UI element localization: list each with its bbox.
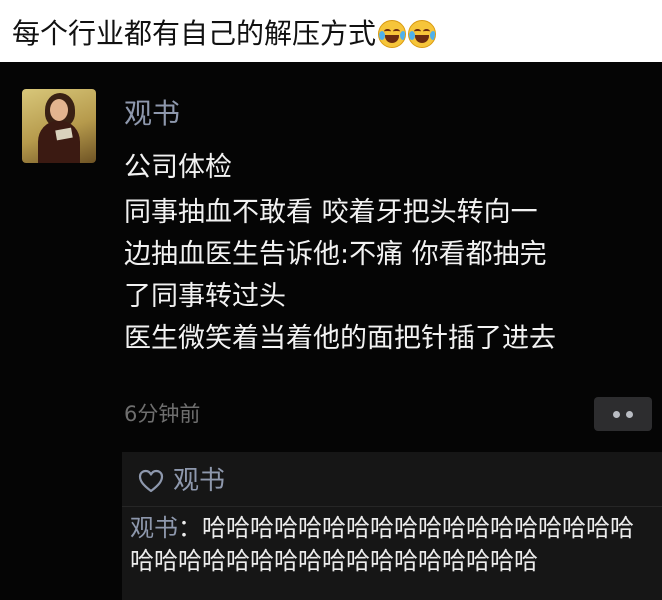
post-timestamp: 6分钟前 bbox=[124, 402, 201, 426]
comment-text: 哈哈哈哈哈哈哈哈哈哈哈哈哈哈哈哈哈哈哈哈哈哈哈哈哈哈哈哈哈哈哈哈哈哈哈 bbox=[130, 514, 634, 575]
comment-separator: ： bbox=[178, 514, 202, 542]
post-line: 公司体检 bbox=[124, 152, 232, 183]
comment[interactable]: 观书：哈哈哈哈哈哈哈哈哈哈哈哈哈哈哈哈哈哈哈哈哈哈哈哈哈哈哈哈哈哈哈哈哈哈哈 bbox=[130, 512, 655, 578]
post-line: 边抽血医生告诉他:不痛 你看都抽完 bbox=[124, 239, 547, 270]
screenshot: 每个行业都有自己的解压方式 观书 公司体检 同事抽血不敢看 咬着牙把头转向一 边… bbox=[0, 0, 662, 600]
tears-of-joy-emoji-icon bbox=[408, 20, 437, 48]
more-dots-icon[interactable] bbox=[594, 397, 652, 431]
divider bbox=[122, 506, 662, 507]
post-body: 公司体检 同事抽血不敢看 咬着牙把头转向一 边抽血医生告诉他:不痛 你看都抽完 … bbox=[124, 147, 648, 360]
avatar[interactable] bbox=[22, 89, 96, 163]
post-username[interactable]: 观书 bbox=[124, 95, 180, 133]
likes-row: 观书 bbox=[138, 463, 225, 499]
heart-outline-icon bbox=[138, 469, 164, 493]
interaction-panel: 观书 观书：哈哈哈哈哈哈哈哈哈哈哈哈哈哈哈哈哈哈哈哈哈哈哈哈哈哈哈哈哈哈哈哈哈哈… bbox=[122, 452, 662, 600]
comment-author[interactable]: 观书 bbox=[130, 514, 178, 542]
post-line: 了同事转过头 bbox=[124, 281, 286, 312]
liked-by-name[interactable]: 观书 bbox=[173, 463, 225, 499]
caption-text: 每个行业都有自己的解压方式 bbox=[12, 17, 377, 50]
caption: 每个行业都有自己的解压方式 bbox=[12, 14, 437, 54]
moment-post: 观书 公司体检 同事抽血不敢看 咬着牙把头转向一 边抽血医生告诉他:不痛 你看都… bbox=[0, 62, 662, 600]
tears-of-joy-emoji-icon bbox=[378, 20, 407, 48]
post-line: 医生微笑着当着他的面把针插了进去 bbox=[124, 323, 556, 354]
post-line: 同事抽血不敢看 咬着牙把头转向一 bbox=[124, 197, 538, 228]
